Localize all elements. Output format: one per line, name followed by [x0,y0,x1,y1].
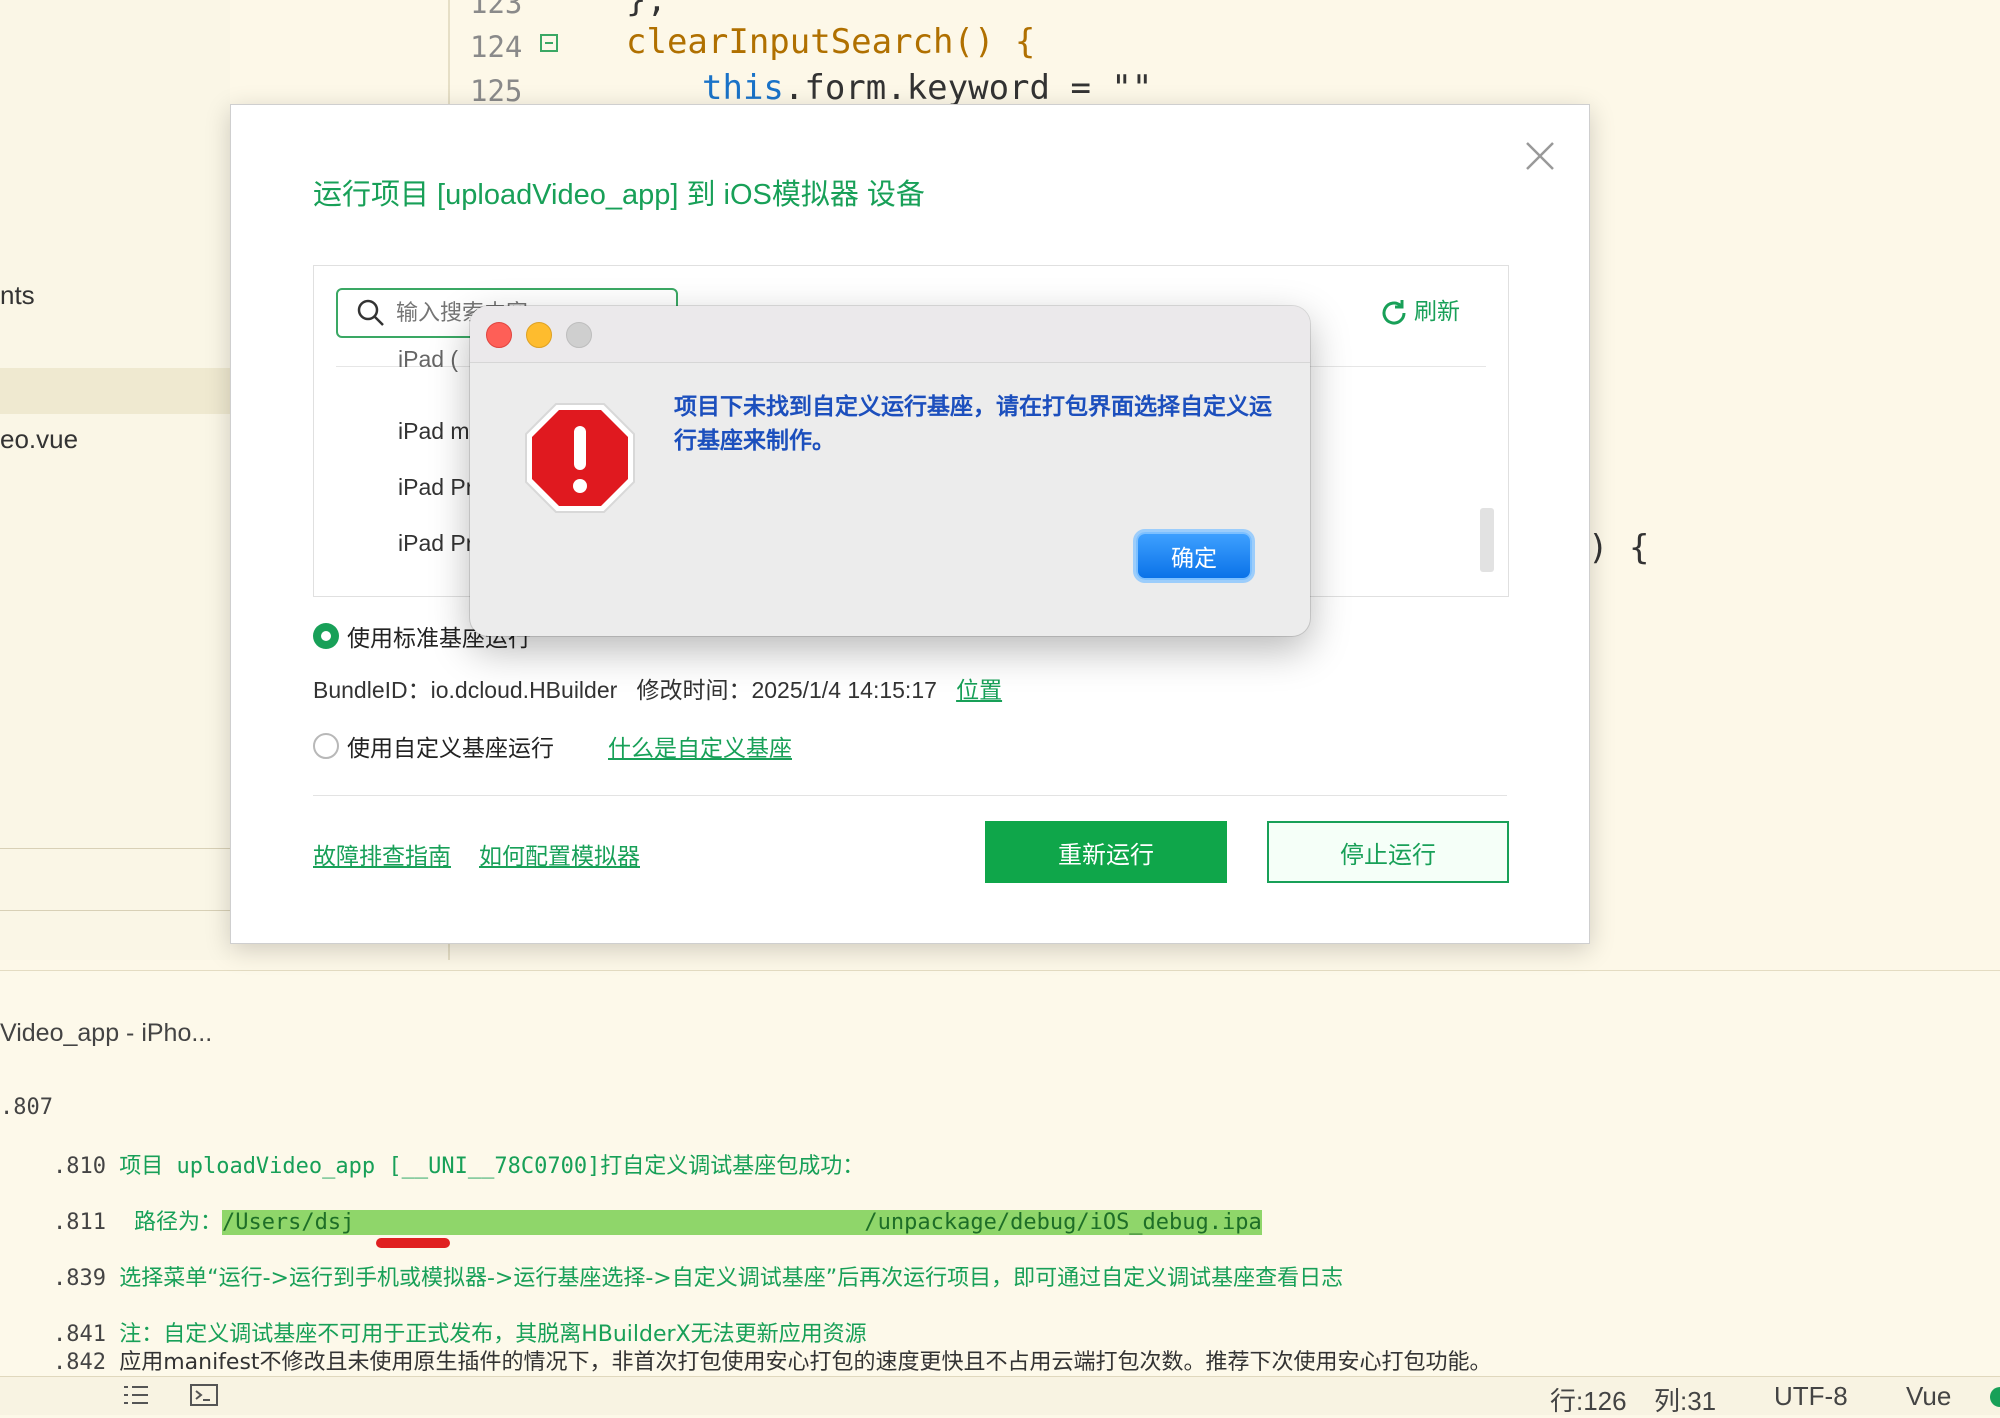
stop-button[interactable]: 停止运行 [1267,821,1509,883]
device-item[interactable]: iPad Pr [398,530,473,557]
radio-unselected[interactable] [313,733,339,759]
close-window-icon[interactable] [486,322,512,348]
device-item[interactable]: iPad ( [398,346,458,373]
error-alert: 项目下未找到自定义运行基座，请在打包界面选择自定义运行基座来制作。 确定 [470,306,1310,636]
error-stop-icon [522,400,638,516]
divider [0,910,230,911]
radio-selected[interactable] [313,623,339,649]
status-dot-icon [1990,1387,2000,1407]
cursor-column[interactable]: 列:31 [1654,1381,1716,1418]
encoding-indicator[interactable]: UTF-8 [1774,1381,1848,1412]
console-panel: Video_app - iPho... .807 .810 项目 uploadV… [0,970,2000,1377]
fold-icon[interactable] [540,34,558,52]
troubleshoot-link[interactable]: 故障排查指南 [313,837,451,871]
divider [0,848,230,849]
code-fragment[interactable]: ) { [1588,528,1649,568]
close-icon[interactable] [1523,139,1557,173]
sidebar-item[interactable]: nts [0,280,35,311]
code-keyword: this [702,68,784,108]
sidebar-item-file[interactable]: eo.vue [0,424,78,455]
line-number: 123 [470,0,523,20]
console-line: .807 [0,1095,53,1120]
code-line[interactable]: }; [626,0,667,20]
rerun-button[interactable]: 重新运行 [985,821,1227,883]
alert-message: 项目下未找到自定义运行基座，请在打包界面选择自定义运行基座来制作。 [674,394,1272,454]
modified-time: 修改时间：2025/1/4 14:15:17 [636,677,937,703]
console-tab-title[interactable]: Video_app - iPho... [0,1019,212,1048]
console-time: .811 [52,1210,106,1235]
alert-titlebar [470,306,1310,363]
console-time: .810 [52,1154,106,1179]
list-scrollbar[interactable] [1480,508,1494,572]
zoom-window-icon [566,322,592,348]
console-message: 应用manifest不修改且未使用原生插件的情况下，非首次打包使用安心打包的速度… [119,1350,1492,1375]
custom-base-label: 使用自定义基座运行 [347,735,554,761]
console-message: 项目 uploadVideo_app [__UNI__78C0700]打自定义调… [119,1154,865,1179]
dialog-title: 运行项目 [uploadVideo_app] 到 iOS模拟器 设备 [313,179,925,211]
search-icon [356,298,386,333]
code-line[interactable]: clearInputSearch() { [626,22,1035,62]
language-indicator[interactable]: Vue [1906,1381,1951,1412]
console-time: .807 [0,1095,53,1120]
device-item[interactable]: iPad m [398,418,470,445]
line-number: 125 [470,74,523,108]
ok-button[interactable]: 确定 [1136,532,1252,580]
console-path-label: 路径为： [105,1210,222,1235]
minimize-window-icon[interactable] [526,322,552,348]
project-sidebar: nts eo.vue [0,0,230,960]
configure-simulator-link[interactable]: 如何配置模拟器 [479,837,640,871]
console-path-link[interactable]: /Users/dsj/unpackage/debug/iOS_debug.ipa [221,1210,1262,1248]
custom-base-option[interactable]: 使用自定义基座运行 什么是自定义基座 [313,729,792,763]
console-time: .842 [52,1350,106,1375]
code-text: .form.keyword = "" [783,68,1153,108]
divider [313,795,1507,796]
status-bar: 行:126 列:31 UTF-8 Vue [0,1376,2000,1418]
bundle-id: BundleID：io.dcloud.HBuilder [313,677,618,703]
code-line[interactable]: this.form.keyword = "" [702,68,1152,108]
what-is-custom-base-link[interactable]: 什么是自定义基座 [608,729,792,763]
terminal-icon[interactable] [190,1383,218,1414]
location-link[interactable]: 位置 [956,677,1002,703]
cursor-line[interactable]: 行:126 [1550,1381,1627,1418]
line-number: 124 [470,30,523,64]
console-message: 选择菜单“运行->运行到手机或模拟器->运行基座选择->自定义调试基座”后再次运… [119,1266,1344,1291]
device-item[interactable]: iPad Pr [398,474,473,501]
sidebar-selected-row[interactable] [0,368,230,414]
console-time: .839 [52,1266,106,1291]
refresh-button[interactable]: 刷新 [1378,292,1460,332]
bundle-info-row: BundleID：io.dcloud.HBuilder 修改时间：2025/1/… [313,671,1002,705]
outline-icon[interactable] [122,1383,150,1414]
refresh-icon [1382,299,1406,325]
